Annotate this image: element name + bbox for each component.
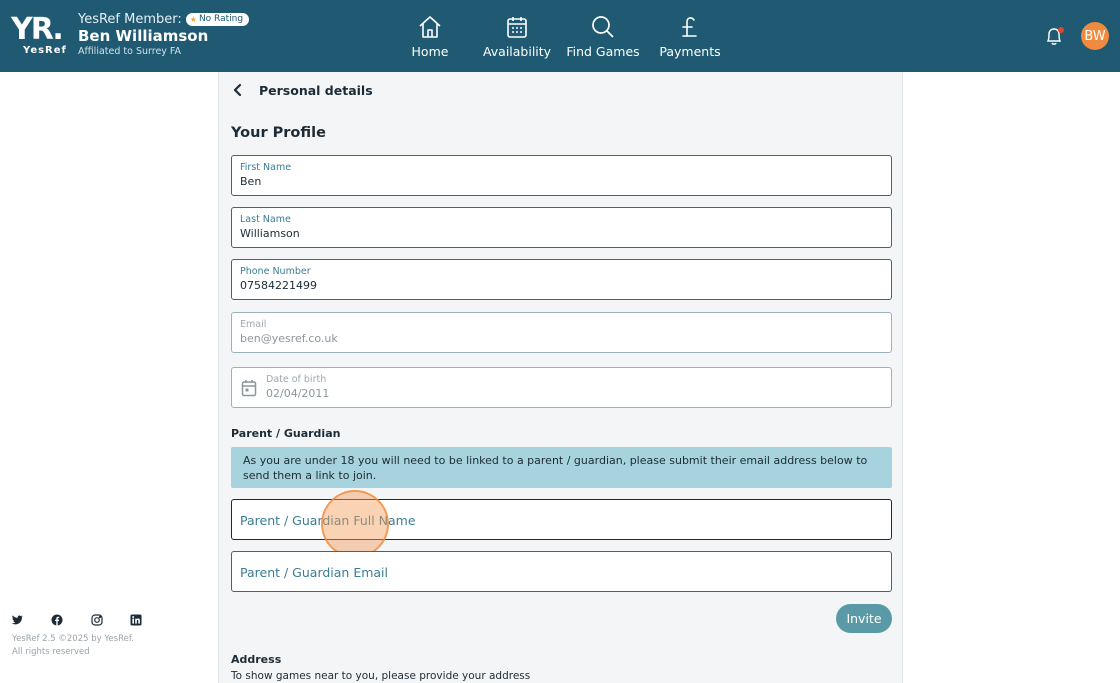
guardian-heading: Parent / Guardian <box>231 427 341 440</box>
last-name-label: Last Name <box>240 214 291 225</box>
avatar[interactable]: BW <box>1081 22 1109 50</box>
twitter-icon[interactable] <box>11 614 23 626</box>
email-field: Email <box>231 312 892 353</box>
phone-input[interactable] <box>240 279 840 292</box>
address-heading: Address <box>231 653 282 666</box>
guardian-email-field[interactable] <box>231 551 892 592</box>
last-name-field[interactable]: Last Name <box>231 207 892 248</box>
phone-label: Phone Number <box>240 266 311 277</box>
first-name-label: First Name <box>240 162 292 173</box>
footer-version: YesRef 2.5 ©2025 by YesRef. <box>12 634 134 644</box>
chevron-left-icon <box>233 83 242 97</box>
date-of-birth-label: Date of birth <box>266 374 327 385</box>
nav-find-games-label: Find Games <box>566 43 640 59</box>
footer-rights: All rights reserved <box>12 647 90 657</box>
date-of-birth-input <box>266 387 866 400</box>
rating-badge-label: No Rating <box>198 14 244 24</box>
first-name-input[interactable] <box>240 175 840 188</box>
logo-wordmark: YesRef <box>23 45 67 56</box>
nav-availability[interactable]: Availability <box>482 0 552 72</box>
back-button[interactable]: Personal details <box>231 82 373 98</box>
guardian-email-input[interactable] <box>240 563 880 581</box>
personal-details-panel: Personal details Your Profile First Name… <box>218 72 903 683</box>
phone-field[interactable]: Phone Number <box>231 259 892 300</box>
email-label: Email <box>240 319 267 330</box>
top-navigation-bar: YR. YesRef YesRef Member: ★ No Rating Be… <box>0 0 1120 72</box>
guardian-name-field[interactable] <box>231 499 892 540</box>
rating-badge: ★ No Rating <box>185 13 250 26</box>
address-description: To show games near to you, please provid… <box>231 670 531 682</box>
date-of-birth-field: Date of birth <box>231 367 892 408</box>
nav-find-games[interactable]: Find Games <box>566 0 640 72</box>
linkedin-icon[interactable] <box>130 614 142 626</box>
guardian-notice: As you are under 18 you will need to be … <box>231 447 892 488</box>
page-title: Personal details <box>259 82 373 98</box>
pound-icon <box>682 16 697 37</box>
last-name-input[interactable] <box>240 227 840 240</box>
nav-home-label: Home <box>411 43 449 59</box>
member-label: YesRef Member: <box>78 12 182 27</box>
logo-mark: YR. <box>11 12 64 47</box>
member-name: Ben Williamson <box>78 27 209 45</box>
nav-payments[interactable]: Payments <box>658 0 722 72</box>
first-name-field[interactable]: First Name <box>231 155 892 196</box>
home-icon <box>419 15 441 38</box>
search-icon <box>592 15 614 38</box>
guardian-name-input[interactable] <box>240 511 880 529</box>
instagram-icon[interactable] <box>91 614 103 626</box>
nav-availability-label: Availability <box>482 43 552 59</box>
section-title: Your Profile <box>231 125 326 141</box>
calendar-icon <box>241 380 257 397</box>
nav-payments-label: Payments <box>659 43 721 59</box>
yesref-logo[interactable]: YR. YesRef <box>11 12 69 58</box>
notification-dot <box>1058 27 1064 33</box>
nav-home[interactable]: Home <box>410 0 450 72</box>
invite-button[interactable]: Invite <box>836 604 892 633</box>
calendar-icon <box>507 16 527 38</box>
email-input <box>240 332 840 345</box>
star-icon: ★ <box>189 15 197 24</box>
facebook-icon[interactable] <box>51 614 63 626</box>
member-affiliation: Affiliated to Surrey FA <box>78 46 182 57</box>
member-status: YesRef Member: ★ No Rating <box>78 12 250 27</box>
